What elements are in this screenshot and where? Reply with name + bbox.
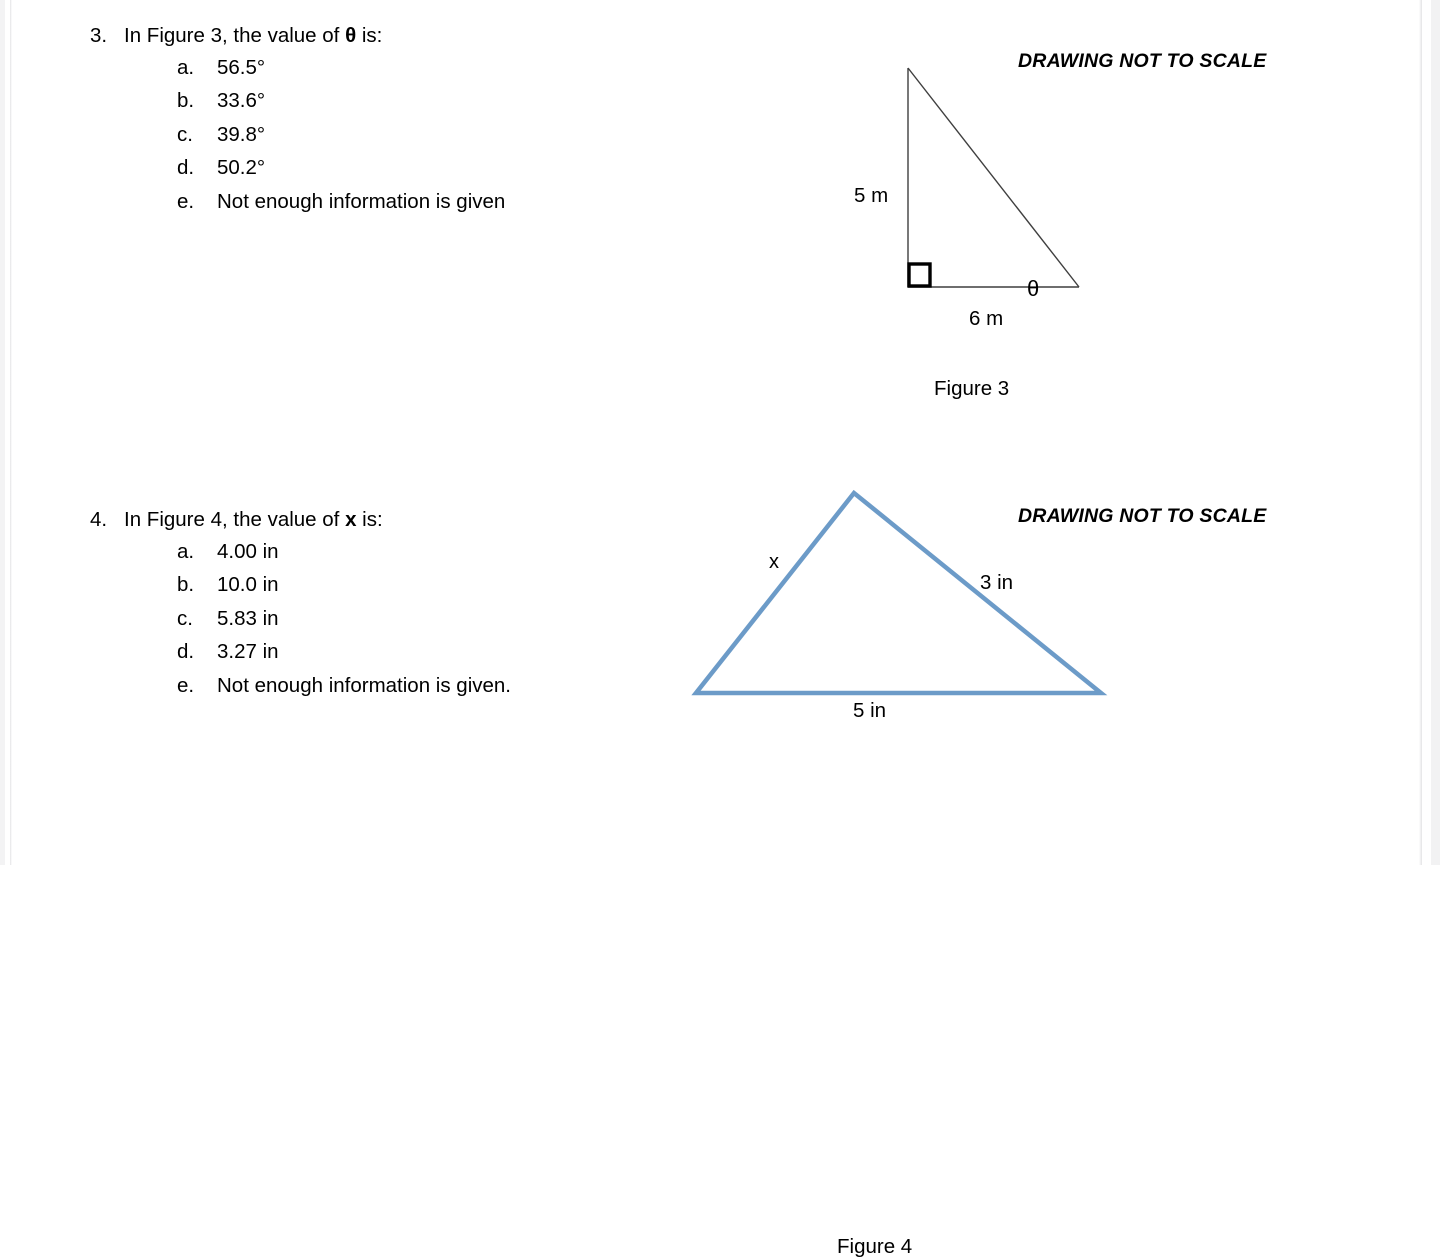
- option-3d-marker: d.: [177, 156, 195, 179]
- option-3b[interactable]: b. 33.6°: [90, 89, 710, 125]
- figure-4-triangle: [691, 489, 1108, 696]
- option-3c-marker: c.: [177, 122, 193, 146]
- figure-3-caption: Figure 3: [934, 377, 1010, 400]
- option-3b-label: 33.6°: [217, 89, 266, 112]
- figure-3-drawing: [907, 67, 1080, 288]
- option-3c[interactable]: c. 39.8°: [90, 122, 710, 159]
- figure-3-right-angle-marker: [907, 262, 932, 288]
- option-4d[interactable]: d. 3.27 in: [90, 640, 710, 676]
- option-4c-label: 5.83 in: [217, 606, 279, 630]
- option-3a-marker: a.: [177, 55, 195, 79]
- figure-4-drawing: [691, 489, 1108, 696]
- document-page: 3. In Figure 3, the value of θ is: a. 56…: [0, 0, 1440, 1258]
- figure-3: DRAWING NOT TO SCALE 5 m 6 m θ Figure 3: [705, 20, 1405, 420]
- figure-4-caption: Figure 4: [837, 1235, 913, 1258]
- question-3-options: a. 56.5° b. 33.6° c. 39.8° d. 50.2° e. N…: [90, 55, 710, 226]
- page-right-edge: [1419, 0, 1422, 865]
- option-4c[interactable]: c. 5.83 in: [90, 606, 710, 643]
- figure-3-horizontal-leg-label: 6 m: [969, 307, 1004, 330]
- option-4e[interactable]: e. Not enough information is given.: [90, 673, 710, 710]
- option-4e-marker: e.: [177, 673, 195, 697]
- question-4-variable: x: [345, 508, 357, 531]
- option-3e-marker: e.: [177, 189, 195, 213]
- option-3b-marker: b.: [177, 89, 195, 112]
- question-3-variable: θ: [345, 24, 357, 47]
- figure-4-left-side-label: x: [769, 551, 779, 573]
- option-3d[interactable]: d. 50.2°: [90, 156, 710, 192]
- option-4b-label: 10.0 in: [217, 573, 279, 596]
- question-3-text: In Figure 3, the value of θ is:: [124, 24, 383, 47]
- question-3-stem-prefix: In Figure 3, the value of: [124, 24, 346, 47]
- option-4b[interactable]: b. 10.0 in: [90, 573, 710, 609]
- option-4b-marker: b.: [177, 573, 195, 596]
- option-3a-label: 56.5°: [217, 55, 266, 79]
- question-4-text: In Figure 4, the value of x is:: [124, 508, 383, 531]
- question-3-stem-suffix: is:: [356, 24, 383, 47]
- question-4-number: 4.: [90, 508, 108, 531]
- option-4e-label: Not enough information is given.: [217, 673, 512, 697]
- option-4d-marker: d.: [177, 640, 195, 663]
- question-4-stem: 4. In Figure 4, the value of x is:: [90, 508, 710, 531]
- question-4-stem-prefix: In Figure 4, the value of: [124, 508, 346, 531]
- option-4c-marker: c.: [177, 606, 193, 630]
- figure-3-hypotenuse: [907, 67, 1080, 288]
- option-4a-marker: a.: [177, 539, 195, 563]
- option-3c-label: 39.8°: [217, 122, 266, 146]
- option-4a-label: 4.00 in: [217, 539, 279, 563]
- question-3: 3. In Figure 3, the value of θ is: a. 56…: [90, 24, 710, 226]
- option-3e[interactable]: e. Not enough information is given: [90, 189, 710, 226]
- option-4d-label: 3.27 in: [217, 640, 279, 663]
- question-4: 4. In Figure 4, the value of x is: a. 4.…: [90, 508, 710, 710]
- question-3-number: 3.: [90, 24, 108, 47]
- question-3-stem: 3. In Figure 3, the value of θ is:: [90, 24, 710, 47]
- option-3a[interactable]: a. 56.5°: [90, 55, 710, 92]
- figure-4-base-label: 5 in: [853, 699, 887, 722]
- figure-3-angle-label: θ: [1027, 276, 1040, 301]
- figure-4-right-side-label: 3 in: [980, 571, 1014, 594]
- figure-3-vertical-leg-label: 5 m: [854, 184, 889, 207]
- option-3e-label: Not enough information is given: [217, 189, 506, 213]
- option-3d-label: 50.2°: [217, 156, 266, 179]
- figure-4: DRAWING NOT TO SCALE x 3 in 5 in Figure …: [665, 470, 1405, 1258]
- question-4-stem-suffix: is:: [356, 508, 383, 531]
- question-4-options: a. 4.00 in b. 10.0 in c. 5.83 in d. 3.27…: [90, 539, 710, 710]
- option-4a[interactable]: a. 4.00 in: [90, 539, 710, 576]
- page-left-edge: [10, 0, 12, 865]
